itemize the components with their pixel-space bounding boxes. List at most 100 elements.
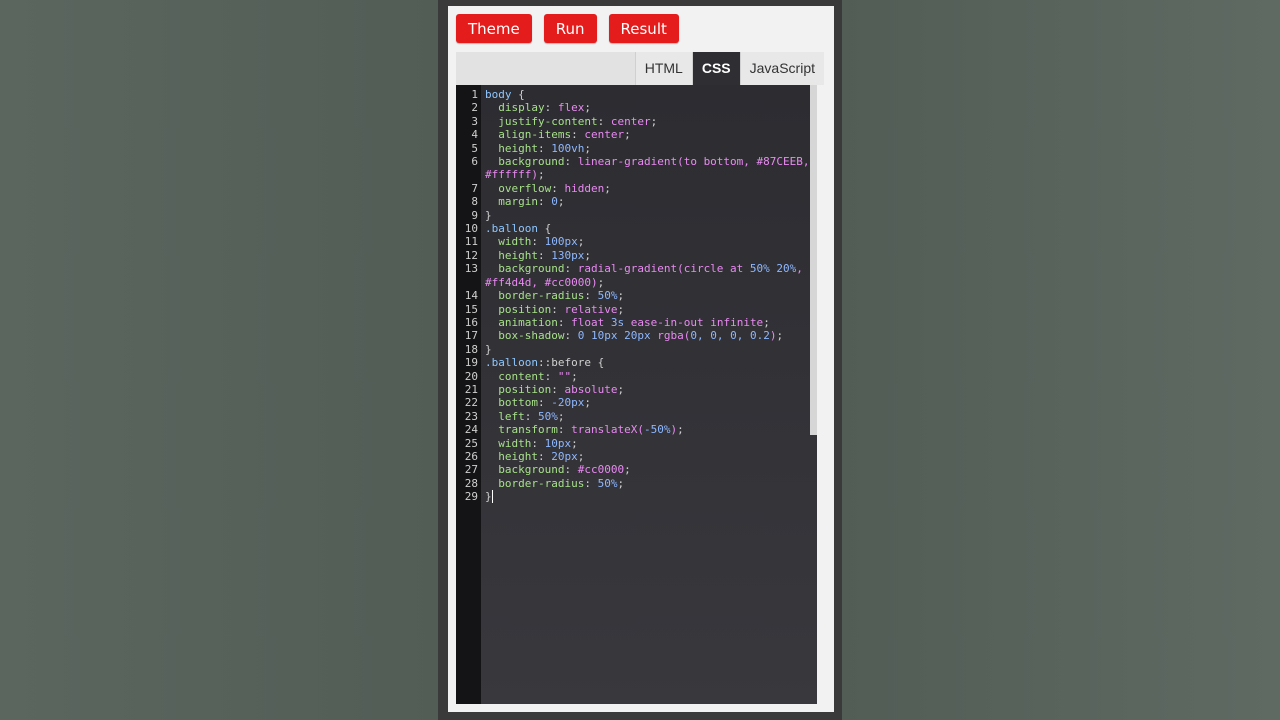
- code-token: ;: [571, 369, 578, 383]
- line-number: 28: [464, 476, 478, 490]
- code-token: relative: [564, 302, 618, 316]
- line-text: display: flex;: [485, 101, 810, 114]
- code-line: 9}: [456, 209, 810, 222]
- code-token: ;: [617, 476, 625, 490]
- code-token: ;: [604, 181, 611, 195]
- code-token: transform: [485, 423, 558, 437]
- code-token: :: [531, 235, 545, 249]
- code-token: ;: [577, 235, 585, 249]
- code-token: .balloon: [485, 356, 538, 370]
- code-line: 12 height: 130px;: [456, 249, 810, 262]
- code-token: height: [485, 449, 538, 463]
- line-text: margin: 0;: [485, 195, 810, 208]
- code-token: align-items: [485, 128, 572, 142]
- code-token: {: [537, 222, 552, 236]
- code-token: position: [485, 302, 552, 316]
- toolbar: Theme Run Result: [456, 14, 679, 44]
- code-token: flex: [557, 101, 585, 115]
- code-token: :: [538, 396, 552, 410]
- code-line: 13 background: radial-gradient(circle at…: [456, 262, 810, 289]
- line-text: position: absolute;: [485, 383, 810, 396]
- line-number: 16: [464, 315, 478, 329]
- code-line: 21 position: absolute;: [456, 383, 810, 396]
- code-token: 130px: [551, 248, 585, 262]
- theme-button[interactable]: Theme: [456, 14, 532, 43]
- code-line: 22 bottom: -20px;: [456, 396, 810, 409]
- code-token: :: [551, 181, 565, 195]
- line-number: 1: [471, 88, 478, 101]
- code-token: height: [485, 141, 538, 155]
- code-line: 24 transform: translateX(-50%);: [456, 423, 810, 436]
- code-token: height: [485, 248, 538, 262]
- line-number: 25: [464, 436, 478, 450]
- line-text: left: 50%;: [485, 410, 810, 423]
- code-token: border-radius: [485, 289, 585, 303]
- line-number: 26: [464, 449, 478, 463]
- code-token: 0 10px 20px: [577, 329, 651, 343]
- code-token: content: [485, 369, 545, 383]
- code-token: width: [485, 235, 532, 249]
- code-token: ;: [577, 449, 585, 463]
- code-token: ;: [557, 195, 565, 209]
- editor-tabs: HTML CSS JavaScript: [456, 52, 824, 85]
- code-token: margin: [485, 195, 538, 209]
- line-number: 23: [464, 409, 478, 423]
- code-token: ;: [571, 436, 578, 450]
- code-token: animation: [485, 315, 558, 329]
- tab-css[interactable]: CSS: [691, 52, 740, 85]
- code-token: body: [485, 88, 512, 101]
- code-token: ;: [617, 289, 625, 303]
- tab-javascript[interactable]: JavaScript: [739, 52, 824, 85]
- code-content[interactable]: 1 body {2 display: flex; 3 justify-content…: [456, 88, 810, 504]
- code-line: 20 content: "";: [456, 370, 810, 383]
- code-token: radial-gradient(circle at: [577, 262, 750, 276]
- backdrop-left: [0, 0, 438, 720]
- code-token: ;: [650, 114, 658, 128]
- editor-scrollbar[interactable]: [810, 85, 817, 435]
- result-button[interactable]: Result: [608, 14, 679, 43]
- line-text: border-radius: 50%;: [485, 477, 810, 490]
- code-token: 20px: [551, 449, 578, 463]
- line-number: 21: [464, 382, 478, 396]
- run-button[interactable]: Run: [543, 14, 597, 43]
- code-token: ;: [776, 329, 784, 343]
- tab-html[interactable]: HTML: [634, 52, 692, 85]
- code-line: 14 border-radius: 50%;: [456, 289, 810, 302]
- line-number: 12: [464, 248, 478, 262]
- code-token: 100px: [544, 235, 578, 249]
- line-text: height: 130px;: [485, 249, 810, 262]
- line-number: 14: [464, 289, 478, 303]
- code-line: 15 position: relative;: [456, 303, 810, 316]
- code-token: }: [485, 208, 492, 222]
- line-number: 17: [464, 329, 478, 343]
- line-number: 18: [464, 342, 478, 356]
- code-line: 5 height: 100vh;: [456, 142, 810, 155]
- code-token: ease-in-out infinite: [624, 315, 764, 329]
- line-number: 19: [464, 356, 478, 370]
- line-text: height: 20px;: [485, 450, 810, 463]
- code-token: border-radius: [485, 476, 585, 490]
- code-token: {: [511, 88, 525, 101]
- code-line: 2 display: flex;: [456, 101, 810, 114]
- code-token: ;: [677, 423, 684, 437]
- line-number: 10: [464, 222, 478, 236]
- line-number: 24: [464, 423, 478, 437]
- code-token: width: [485, 436, 532, 450]
- code-token: background: [485, 155, 565, 169]
- line-text: width: 100px;: [485, 235, 810, 248]
- code-token: overflow: [485, 181, 552, 195]
- line-number: 27: [464, 463, 478, 477]
- code-token: :: [564, 155, 578, 169]
- code-line: 23 left: 50%;: [456, 410, 810, 423]
- code-token: :: [538, 449, 552, 463]
- code-line: 18}: [456, 343, 810, 356]
- line-text: background: linear-gradient(to bottom, #…: [485, 155, 810, 182]
- line-text: animation: float 3s ease-in-out infinite…: [485, 316, 810, 329]
- code-token: absolute: [564, 382, 618, 396]
- code-editor[interactable]: 1 body {2 display: flex; 3 justify-content…: [456, 85, 817, 704]
- code-playground: Theme Run Result HTML CSS JavaScript 1 bo…: [448, 6, 834, 712]
- line-text: overflow: hidden;: [485, 182, 810, 195]
- line-text: .balloon::before {: [485, 356, 810, 369]
- code-token: hidden: [564, 181, 605, 195]
- code-token: ;: [537, 168, 545, 182]
